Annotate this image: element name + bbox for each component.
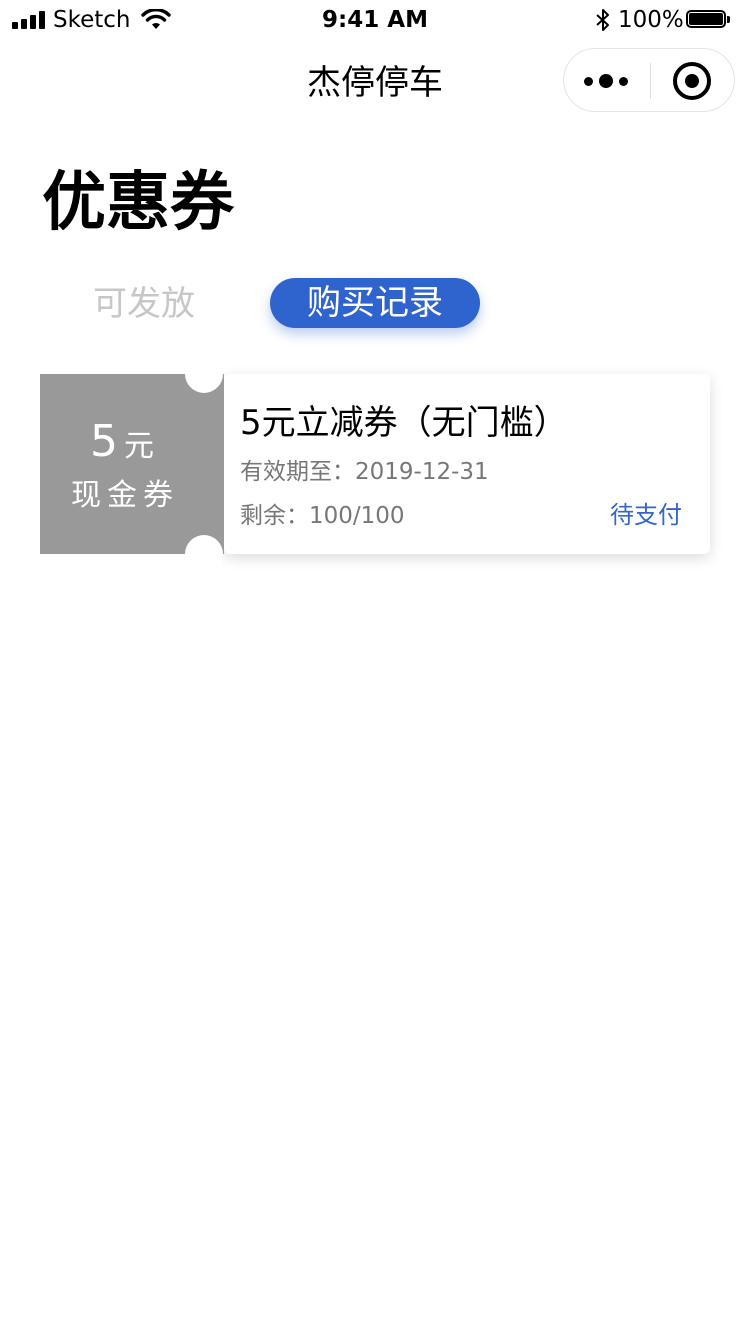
coupon-validity: 有效期至：2019-12-31 — [240, 459, 489, 485]
coupon-type: 现金券 — [71, 478, 179, 513]
status-bar: Sketch 9:41 AM 100% — [0, 0, 750, 40]
close-miniprogram-icon[interactable] — [673, 62, 711, 100]
coupon-stub-edge — [204, 374, 224, 554]
page-title: 优惠券 — [42, 166, 234, 240]
capsule-divider — [650, 63, 651, 99]
tab-purchase-records[interactable]: 购买记录 — [270, 278, 480, 328]
coupon-name: 5元立减券（无门槛） — [240, 403, 568, 443]
coupon-stub: 5元 现金券 — [40, 374, 204, 554]
miniprogram-capsule — [563, 48, 735, 112]
coupon-amount-unit: 元 — [124, 429, 154, 464]
coupon-amount-value: 5 — [90, 416, 118, 467]
bluetooth-icon — [596, 9, 609, 31]
coupon-card[interactable]: 5元 现金券 5元立减券（无门槛） 有效期至：2019-12-31 剩余：100… — [40, 355, 710, 573]
tab-issuable[interactable]: 可发放 — [80, 279, 208, 329]
coupon-remaining: 剩余：100/100 — [240, 503, 405, 529]
battery-icon — [686, 10, 732, 30]
coupon-amount: 5元 — [40, 414, 204, 475]
coupon-status-link[interactable]: 待支付 — [610, 499, 682, 531]
coupon-notch-top — [185, 355, 223, 393]
more-icon[interactable] — [582, 65, 634, 97]
battery-percent: 100% — [618, 7, 684, 33]
coupon-notch-bottom — [185, 535, 223, 573]
